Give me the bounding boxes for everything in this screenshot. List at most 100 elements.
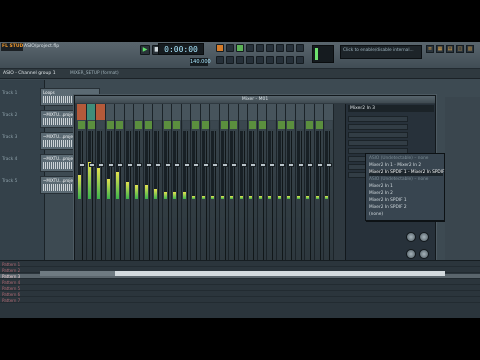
- strip-enable-led[interactable]: [78, 121, 85, 129]
- strip-enable-led[interactable]: [306, 121, 313, 129]
- strip-enable-led[interactable]: [87, 121, 95, 129]
- volume-fader[interactable]: [155, 163, 161, 167]
- strip-label[interactable]: [200, 104, 209, 120]
- strip-label[interactable]: [86, 104, 95, 120]
- volume-fader[interactable]: [297, 163, 304, 167]
- strip-label[interactable]: [305, 104, 314, 120]
- volume-fader[interactable]: [145, 163, 152, 167]
- strip-enable-led[interactable]: [144, 121, 152, 129]
- strip-enable-led[interactable]: [258, 121, 266, 129]
- volume-fader[interactable]: [174, 163, 180, 167]
- volume-fader[interactable]: [136, 163, 142, 167]
- volume-fader[interactable]: [259, 163, 266, 167]
- strip-label[interactable]: [162, 104, 171, 120]
- volume-fader[interactable]: [98, 163, 104, 167]
- strip-label[interactable]: [257, 104, 266, 120]
- strip-enable-led[interactable]: [125, 121, 133, 129]
- browser-icon[interactable]: ◫: [456, 45, 464, 53]
- strip-label[interactable]: [248, 104, 257, 120]
- strip-enable-led[interactable]: [249, 121, 256, 129]
- strip-enable-led[interactable]: [211, 121, 218, 129]
- dropdown-item[interactable]: Mixer2 In 1 - Mixer2 In 2: [369, 163, 443, 169]
- strip-label[interactable]: [96, 104, 105, 120]
- strip-label[interactable]: [134, 104, 143, 120]
- dropdown-item[interactable]: Mixer2 In SPDIF 2: [369, 205, 443, 211]
- dropdown-item[interactable]: ASIO (Undetectable) – none: [369, 156, 443, 162]
- redo-button[interactable]: [236, 56, 244, 64]
- typing-keyboard-button[interactable]: [216, 56, 224, 64]
- eq-knob[interactable]: [419, 232, 429, 242]
- strip-enable-led[interactable]: [116, 121, 123, 129]
- dropdown-item[interactable]: Mixer2 In SPDIF 1: [369, 198, 443, 204]
- strip-label[interactable]: [210, 104, 219, 120]
- eq-knob[interactable]: [406, 232, 416, 242]
- volume-fader[interactable]: [278, 163, 285, 167]
- volume-fader[interactable]: [193, 163, 199, 167]
- volume-fader[interactable]: [269, 163, 275, 167]
- loop-button[interactable]: [246, 44, 254, 52]
- pattern-block[interactable]: [40, 271, 115, 276]
- pattern-mode-button[interactable]: [216, 44, 224, 52]
- volume-fader[interactable]: [117, 163, 123, 167]
- strip-enable-led[interactable]: [315, 121, 323, 129]
- volume-fader[interactable]: [288, 163, 294, 167]
- pattern-row[interactable]: Pattern 4: [0, 280, 480, 285]
- dropdown-item[interactable]: Mixer2 In SPDIF 1 - Mixer2 In SPDIF 2: [369, 170, 449, 176]
- pattern-row[interactable]: Pattern 6: [0, 292, 480, 297]
- volume-fader[interactable]: [107, 163, 114, 167]
- strip-label[interactable]: [276, 104, 285, 120]
- dropdown-item[interactable]: (none): [369, 212, 443, 218]
- play-button[interactable]: ▶: [140, 45, 150, 55]
- strip-label[interactable]: [267, 104, 276, 120]
- eq-knob[interactable]: [419, 249, 429, 259]
- eq-knob[interactable]: [406, 249, 416, 259]
- volume-fader[interactable]: [164, 163, 171, 167]
- track-label[interactable]: Track 4: [2, 157, 17, 162]
- volume-fader[interactable]: [316, 163, 323, 167]
- snap-button[interactable]: [296, 44, 304, 52]
- tempo-display[interactable]: 140.000: [190, 58, 211, 66]
- strip-label[interactable]: [191, 104, 200, 120]
- strip-label[interactable]: [115, 104, 124, 120]
- volume-fader[interactable]: [88, 163, 95, 167]
- dropdown-item[interactable]: ASIO (Undetectable) – none: [369, 177, 443, 183]
- track-label[interactable]: Track 2: [2, 113, 17, 118]
- strip-label[interactable]: [324, 104, 333, 120]
- help-button[interactable]: [296, 56, 304, 64]
- volume-fader[interactable]: [250, 163, 256, 167]
- volume-fader[interactable]: [79, 163, 85, 167]
- strip-enable-led[interactable]: [154, 121, 161, 129]
- volume-fader[interactable]: [240, 163, 247, 167]
- playlist-icon[interactable]: ≡: [426, 45, 434, 53]
- volume-fader[interactable]: [183, 163, 190, 167]
- pattern-row[interactable]: Pattern 7: [0, 298, 480, 303]
- strip-label[interactable]: [295, 104, 304, 120]
- effect-slot[interactable]: [348, 116, 408, 122]
- strip-label[interactable]: [181, 104, 190, 120]
- effect-slot[interactable]: [348, 124, 408, 130]
- track-label[interactable]: Track 5: [2, 179, 17, 184]
- render-button[interactable]: [256, 56, 264, 64]
- strip-enable-led[interactable]: [201, 121, 209, 129]
- dropdown-item[interactable]: Mixer2 In 2: [369, 191, 443, 197]
- track-label[interactable]: Track 1: [2, 91, 17, 96]
- mixer-icon[interactable]: ▤: [446, 45, 454, 53]
- undo-button[interactable]: [226, 56, 234, 64]
- strip-enable-led[interactable]: [268, 121, 275, 129]
- strip-label[interactable]: [143, 104, 152, 120]
- effect-slot[interactable]: [348, 132, 408, 138]
- volume-fader[interactable]: [307, 163, 313, 167]
- strip-label[interactable]: [229, 104, 238, 120]
- strip-enable-led[interactable]: [163, 121, 171, 129]
- strip-enable-led[interactable]: [182, 121, 190, 129]
- song-mode-button[interactable]: [226, 44, 234, 52]
- strip-enable-led[interactable]: [277, 121, 285, 129]
- effect-slot[interactable]: [348, 140, 408, 146]
- track-label[interactable]: Track 3: [2, 135, 17, 140]
- input-select[interactable]: Mixer2 In 3: [348, 105, 434, 112]
- countdown-button[interactable]: [266, 44, 274, 52]
- pattern-row[interactable]: Pattern 1: [0, 262, 480, 267]
- strip-enable-led[interactable]: [296, 121, 304, 129]
- strip-enable-led[interactable]: [325, 121, 332, 129]
- volume-fader[interactable]: [326, 163, 332, 167]
